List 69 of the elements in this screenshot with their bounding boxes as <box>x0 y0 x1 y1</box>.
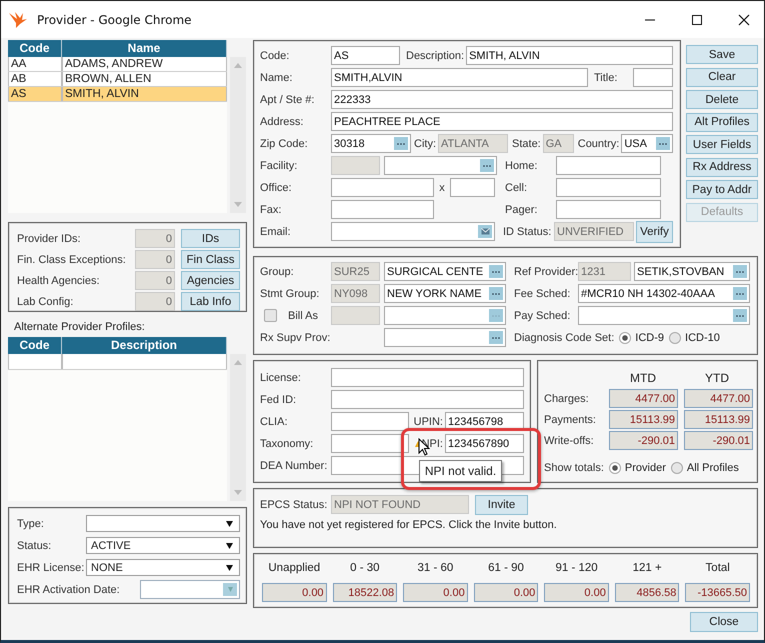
field-label: Country: <box>578 138 620 150</box>
extension-label: x <box>438 182 446 194</box>
table-cell: BROWN, ALLEN <box>62 72 227 86</box>
field-label: Stmt Group: <box>260 288 320 300</box>
window-title: Provider - Google Chrome <box>37 12 192 26</box>
field-label: CLIA: <box>260 416 289 428</box>
table-cell: AA <box>8 57 62 71</box>
field-label: Pay Sched: <box>514 310 572 322</box>
radio-label: ICD-9 <box>635 332 664 344</box>
field-label: Cell: <box>505 182 528 194</box>
field-label: Health Agencies: <box>17 274 101 286</box>
field-label: Taxonomy: <box>260 438 314 450</box>
field-label: Payments: <box>544 414 597 426</box>
field-label: Office: <box>260 182 293 194</box>
field-label: Charges: <box>544 392 590 404</box>
table-cell: ADAMS, ANDREW <box>62 57 227 71</box>
epcs-message: You have not yet registered for EPCS. Click the Invite button. <box>260 519 558 531</box>
field-label: Home: <box>505 160 538 172</box>
table-cell: AS <box>8 87 62 101</box>
field-label: Diagnosis Code Set: <box>514 332 614 344</box>
field-label: Zip Code: <box>260 138 309 150</box>
column-header: Total <box>706 562 730 574</box>
field-label: EHR Activation Date: <box>17 584 120 596</box>
tooltip: NPI not valid. <box>419 460 502 482</box>
field-label: UPIN: <box>414 416 443 428</box>
field-label: Address: <box>260 116 304 128</box>
field-label: Description: <box>406 50 464 62</box>
radio-label: Provider <box>624 462 666 474</box>
field-label: Pager: <box>505 204 538 216</box>
field-label: Provider IDs: <box>17 232 82 244</box>
field-label: EPCS Status: <box>260 498 328 510</box>
field-label: ID Status: <box>503 226 552 238</box>
field-label: Status: <box>17 540 52 552</box>
field-label: Ref Provider: <box>514 266 578 278</box>
column-header: 0 - 30 <box>350 562 380 574</box>
field-label: Bill As <box>288 310 319 322</box>
column-header: MTD <box>629 370 657 384</box>
field-label: Fin. Class Exceptions: <box>17 254 127 266</box>
field-label: Email: <box>260 226 292 238</box>
radio-label: All Profiles <box>686 462 739 474</box>
section-label: Alternate Provider Profiles: <box>13 321 146 333</box>
column-header: YTD <box>704 370 730 384</box>
field-label: Facility: <box>260 160 298 172</box>
field-label: Lab Config: <box>17 296 74 308</box>
column-header: 61 - 90 <box>488 562 524 574</box>
field-label: Name: <box>260 72 294 84</box>
column-header: Unapplied <box>268 562 320 574</box>
field-label: Rx Supv Prov: <box>260 332 331 344</box>
field-label: Fed ID: <box>260 394 298 406</box>
field-label: Title: <box>594 72 618 84</box>
field-label: DEA Number: <box>260 460 328 472</box>
field-label: Fax: <box>260 204 282 216</box>
field-label: Code: <box>260 50 290 62</box>
field-label: State: <box>512 138 541 150</box>
column-header: 91 - 120 <box>555 562 598 574</box>
field-label: City: <box>414 138 436 150</box>
field-label: EHR License: <box>17 562 84 574</box>
field-label: Show totals: <box>544 462 604 474</box>
field-label: License: <box>260 372 302 384</box>
column-header: 31 - 60 <box>418 562 454 574</box>
column-header: 121 + <box>632 562 662 574</box>
radio-label: ICD-10 <box>685 332 720 344</box>
table-cell: AB <box>8 72 62 86</box>
field-label: Fee Sched: <box>514 288 572 300</box>
field-label: Apt / Ste #: <box>260 94 316 106</box>
field-label: Write-offs: <box>544 434 595 446</box>
field-label: Group: <box>260 266 295 278</box>
table-cell: SMITH, ALVIN <box>62 87 227 101</box>
field-label: Type: <box>17 518 44 530</box>
